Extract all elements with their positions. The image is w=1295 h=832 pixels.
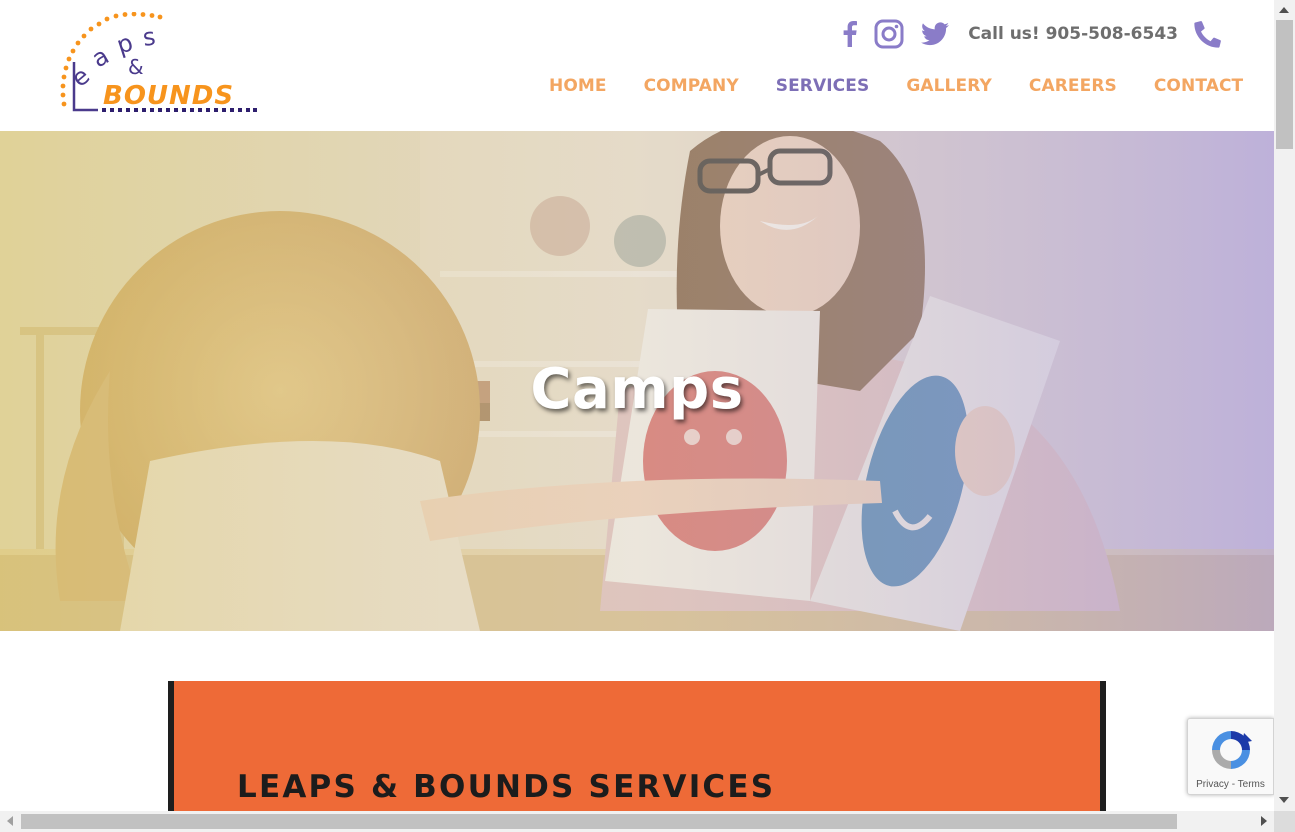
- scroll-left-arrow-icon[interactable]: [7, 816, 13, 826]
- nav-careers[interactable]: CAREERS: [1029, 76, 1117, 100]
- social-links: [838, 16, 954, 52]
- main-nav: HOME COMPANY SERVICES GALLERY CAREERS CO…: [549, 76, 1243, 100]
- scroll-right-arrow-icon[interactable]: [1261, 816, 1267, 826]
- nav-company[interactable]: COMPANY: [644, 76, 739, 100]
- svg-text:&: &: [128, 55, 144, 79]
- svg-text:a: a: [87, 42, 114, 74]
- horizontal-scrollbar[interactable]: [0, 811, 1274, 832]
- hero-banner: Camps: [0, 131, 1274, 631]
- site-header: e a p s & BOUNDS Call us! 905-508-6543 H…: [0, 0, 1274, 131]
- call-us-text[interactable]: Call us! 905-508-6543: [968, 24, 1178, 44]
- svg-text:e: e: [66, 62, 95, 93]
- nav-contact[interactable]: CONTACT: [1154, 76, 1243, 100]
- vertical-scroll-thumb[interactable]: [1276, 20, 1293, 149]
- phone-icon[interactable]: [1194, 20, 1222, 48]
- recaptcha-privacy-terms[interactable]: Privacy - Terms: [1188, 779, 1273, 790]
- svg-text:s: s: [141, 22, 157, 51]
- recaptcha-icon: [1212, 731, 1252, 769]
- nav-home[interactable]: HOME: [549, 76, 607, 100]
- services-banner-image: LEAPS & BOUNDS SERVICES: [168, 681, 1106, 811]
- vertical-scrollbar[interactable]: [1274, 0, 1295, 811]
- facebook-icon[interactable]: [838, 16, 862, 52]
- recaptcha-badge[interactable]: Privacy - Terms: [1187, 718, 1274, 795]
- instagram-icon[interactable]: [862, 16, 916, 52]
- site-logo[interactable]: e a p s & BOUNDS: [58, 12, 260, 116]
- twitter-icon[interactable]: [916, 16, 954, 52]
- scrollbar-corner: [1274, 811, 1295, 832]
- horizontal-scroll-thumb[interactable]: [21, 814, 1177, 829]
- scroll-up-arrow-icon[interactable]: [1279, 7, 1289, 13]
- scroll-down-arrow-icon[interactable]: [1279, 797, 1289, 803]
- logo-graphic: e a p s & BOUNDS: [60, 12, 257, 112]
- svg-text:BOUNDS: BOUNDS: [103, 81, 234, 111]
- banner-heading: LEAPS & BOUNDS SERVICES: [237, 769, 776, 805]
- nav-gallery[interactable]: GALLERY: [906, 76, 992, 100]
- header-topbar: Call us! 905-508-6543: [838, 16, 1222, 52]
- nav-services[interactable]: SERVICES: [776, 76, 870, 100]
- page-title: Camps: [530, 357, 744, 422]
